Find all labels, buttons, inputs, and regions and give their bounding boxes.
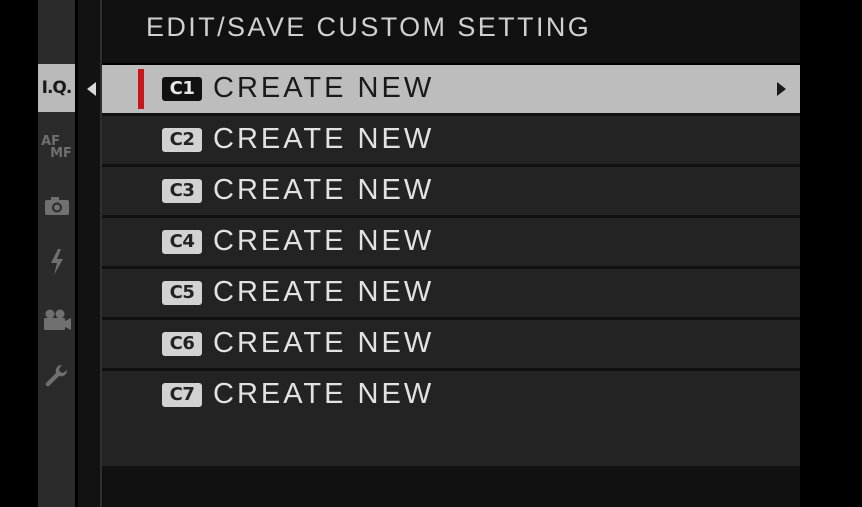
wrench-icon — [44, 363, 70, 389]
empty-row — [102, 418, 800, 466]
chevron-right-icon — [777, 82, 786, 96]
custom-slot-badge: C2 — [162, 128, 202, 152]
tab-shooting[interactable] — [38, 182, 75, 230]
custom-slot-badge: C3 — [162, 179, 202, 203]
rail-divider — [78, 0, 102, 507]
custom-slot-badge: C4 — [162, 230, 202, 254]
menu-item-c2[interactable]: C2 CREATE NEW — [102, 116, 800, 164]
chevron-left-icon — [87, 82, 96, 96]
menu-item-c7[interactable]: C7 CREATE NEW — [102, 371, 800, 419]
flash-icon — [49, 249, 65, 275]
menu-item-c6[interactable]: C6 CREATE NEW — [102, 320, 800, 368]
tab-setup[interactable] — [38, 352, 75, 400]
camera-icon — [44, 196, 70, 216]
custom-slot-badge: C7 — [162, 383, 202, 407]
menu-item-label: CREATE NEW — [213, 225, 435, 257]
image-quality-icon: I.Q. — [41, 78, 73, 98]
af-mf-icon: AF MF — [41, 134, 72, 161]
menu-item-c4[interactable]: C4 CREATE NEW — [102, 218, 800, 266]
selection-accent — [138, 69, 144, 109]
tab-af-mf[interactable]: AF MF — [38, 124, 75, 172]
tab-image-quality[interactable]: I.Q. — [38, 64, 75, 112]
menu-item-label: CREATE NEW — [213, 276, 435, 308]
menu-item-label: CREATE NEW — [213, 174, 435, 206]
camera-menu-screen: I.Q. AF MF EDIT/SAVE CUSTOM SETTING C1 C… — [0, 0, 862, 507]
menu-item-c3[interactable]: C3 CREATE NEW — [102, 167, 800, 215]
menu-item-c5[interactable]: C5 CREATE NEW — [102, 269, 800, 317]
menu-tab-rail: I.Q. AF MF — [38, 0, 75, 507]
menu-item-label: CREATE NEW — [213, 378, 435, 410]
custom-slot-badge: C1 — [162, 77, 202, 101]
menu-item-label: CREATE NEW — [213, 327, 435, 359]
custom-slot-badge: C5 — [162, 281, 202, 305]
tab-movie[interactable] — [38, 296, 75, 344]
panel-footer — [102, 468, 800, 507]
menu-item-c1[interactable]: C1 CREATE NEW — [102, 65, 800, 113]
page-title: EDIT/SAVE CUSTOM SETTING — [146, 12, 592, 42]
custom-slot-badge: C6 — [162, 332, 202, 356]
menu-item-label: CREATE NEW — [213, 72, 435, 104]
movie-camera-icon — [42, 309, 72, 331]
tab-flash[interactable] — [38, 238, 75, 286]
menu-item-label: CREATE NEW — [213, 123, 435, 155]
